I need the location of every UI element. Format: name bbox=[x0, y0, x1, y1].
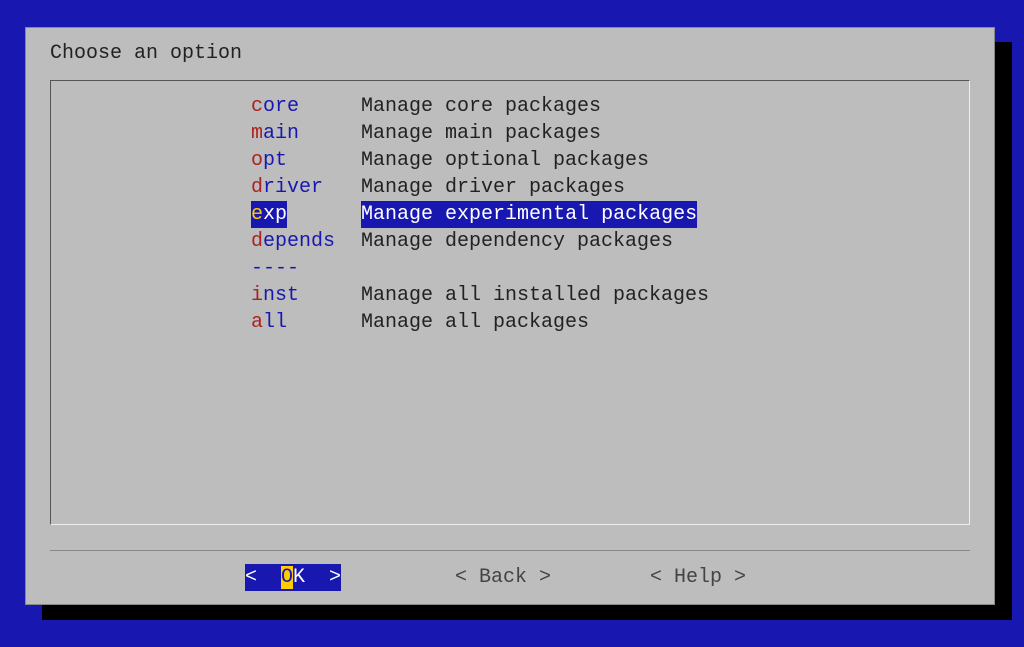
menu-item-core[interactable]: core Manage core packages bbox=[251, 93, 969, 120]
help-button[interactable]: < Help > bbox=[650, 566, 746, 589]
button-bar: < OK > < Back > < Help > bbox=[50, 550, 970, 604]
dialog-box: Choose an option core Manage core packag… bbox=[25, 27, 995, 605]
menu-item-exp[interactable]: exp Manage experimental packages bbox=[251, 201, 969, 228]
menu-container: core Manage core packages main Manage ma… bbox=[50, 80, 970, 525]
dialog-title: Choose an option bbox=[50, 42, 242, 65]
menu-item-depends[interactable]: depends Manage dependency packages bbox=[251, 228, 969, 255]
menu-item-main[interactable]: main Manage main packages bbox=[251, 120, 969, 147]
back-button[interactable]: < Back > bbox=[455, 566, 551, 589]
menu-item-driver[interactable]: driver Manage driver packages bbox=[251, 174, 969, 201]
menu-list: core Manage core packages main Manage ma… bbox=[251, 93, 969, 336]
menu-item-all[interactable]: all Manage all packages bbox=[251, 309, 969, 336]
ok-button[interactable]: < OK > bbox=[245, 564, 341, 591]
menu-separator: ---- bbox=[251, 255, 969, 282]
menu-item-inst[interactable]: inst Manage all installed packages bbox=[251, 282, 969, 309]
menu-item-opt[interactable]: opt Manage optional packages bbox=[251, 147, 969, 174]
